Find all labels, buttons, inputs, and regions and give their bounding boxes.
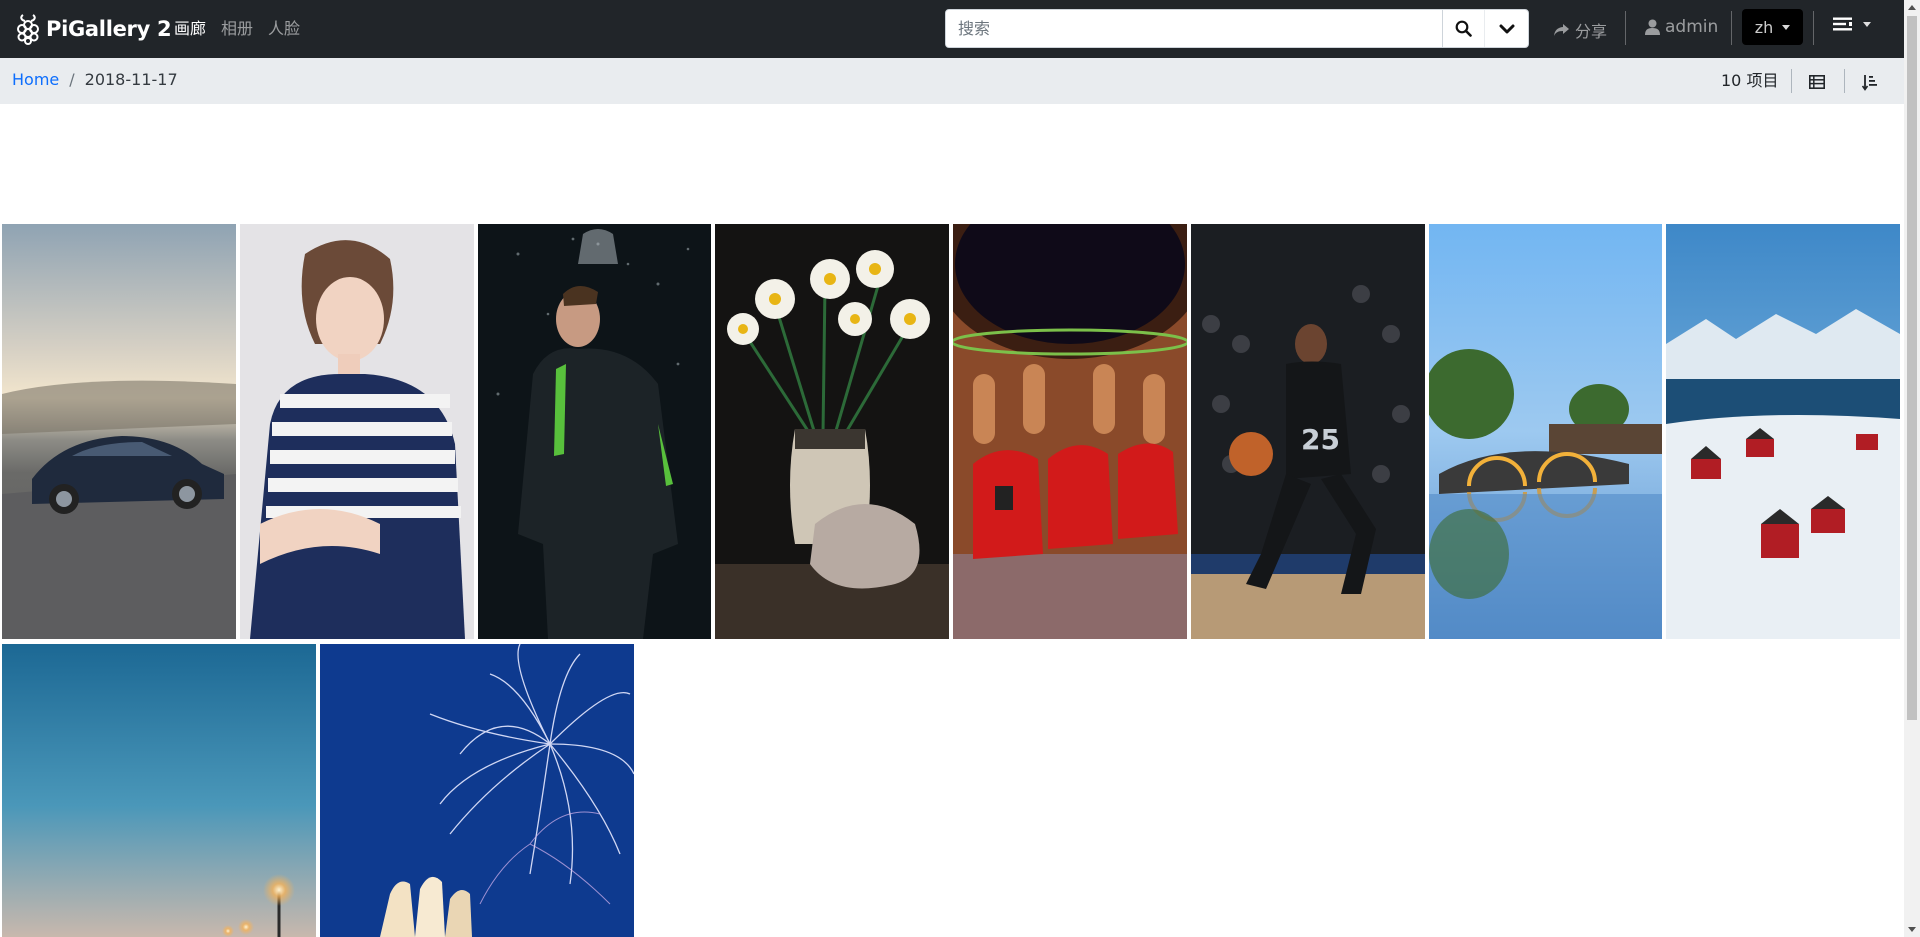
photo-fireworks-over-building	[320, 644, 634, 937]
breadcrumb-separator: /	[69, 70, 75, 89]
caret-down-icon	[1782, 24, 1791, 30]
photo-bridge-reflection	[1429, 224, 1662, 639]
photo-thumbnail[interactable]	[478, 224, 711, 639]
scrollbar-thumb[interactable]	[1907, 16, 1917, 720]
photo-daffodils-in-jug	[715, 224, 949, 639]
user-icon	[1645, 19, 1660, 35]
navbar-divider	[1625, 11, 1626, 45]
main-nav: 画廊 相册 人脸	[174, 18, 315, 40]
photo-harbor-lamps-dusk	[2, 644, 316, 937]
svg-text:25: 25	[1301, 423, 1340, 456]
toolbar-divider	[1844, 69, 1845, 93]
breadcrumb-current: 2018-11-17	[84, 70, 178, 89]
nav-gallery[interactable]: 画廊	[174, 18, 206, 40]
photo-home-theater-red-seats	[953, 224, 1187, 639]
raspberry-icon	[17, 14, 39, 45]
photo-thumbnail[interactable]	[715, 224, 949, 639]
photo-snowy-village-fjord	[1666, 224, 1900, 639]
search-icon	[1455, 20, 1472, 37]
navbar-divider	[1813, 11, 1814, 45]
photo-thumbnail[interactable]: 25	[1191, 224, 1425, 639]
scroll-down-icon[interactable]	[1908, 927, 1916, 932]
sort-button[interactable]	[1858, 70, 1882, 94]
search-button[interactable]	[1443, 10, 1485, 47]
menu-icon	[1833, 17, 1852, 31]
share-icon	[1554, 24, 1569, 36]
search-input[interactable]	[946, 10, 1443, 47]
list-view-icon	[1809, 75, 1825, 89]
photo-thumbnail[interactable]	[953, 224, 1187, 639]
chevron-down-icon	[1499, 24, 1514, 33]
photo-thumbnail[interactable]	[2, 224, 236, 639]
top-navbar: PiGallery 2 画廊 相册 人脸 分享 adm	[0, 0, 1904, 58]
navbar-divider	[1731, 11, 1732, 45]
caret-down-icon	[1863, 21, 1871, 27]
share-label: 分享	[1575, 22, 1608, 41]
brand-logo-link[interactable]: PiGallery 2	[14, 11, 172, 47]
photo-thumbnail[interactable]	[320, 644, 634, 937]
photo-car-on-road	[2, 224, 236, 639]
sort-icon	[1862, 74, 1877, 91]
photo-woman-striped-sweater	[240, 224, 474, 639]
user-menu[interactable]: admin	[1645, 17, 1718, 37]
language-label: zh	[1754, 17, 1774, 37]
toolbar-divider	[1791, 69, 1792, 93]
search-group	[945, 9, 1529, 48]
settings-menu-button[interactable]	[1832, 16, 1871, 32]
breadcrumb-home[interactable]: Home	[12, 69, 59, 91]
photo-man-in-rain-jacket	[478, 224, 711, 639]
brand-name: PiGallery 2	[46, 17, 172, 41]
view-mode-button[interactable]	[1805, 70, 1829, 94]
item-count: 10 项目	[1721, 71, 1779, 90]
search-options-button[interactable]	[1485, 10, 1528, 47]
user-name: admin	[1665, 17, 1719, 37]
share-button[interactable]: 分享	[1553, 18, 1607, 42]
vertical-scrollbar[interactable]	[1904, 0, 1920, 937]
nav-albums[interactable]: 相册	[221, 18, 253, 40]
photo-thumbnail[interactable]	[2, 644, 316, 937]
nav-faces[interactable]: 人脸	[268, 18, 300, 40]
photo-thumbnail[interactable]	[1429, 224, 1662, 639]
photo-basketball-player: 25	[1191, 224, 1425, 639]
photo-thumbnail[interactable]	[240, 224, 474, 639]
scroll-up-icon[interactable]	[1908, 5, 1916, 10]
breadcrumb-bar: Home / 2018-11-17 10 项目	[0, 58, 1904, 104]
photo-thumbnail[interactable]	[1666, 224, 1900, 639]
language-dropdown[interactable]: zh	[1742, 9, 1803, 45]
breadcrumb: Home / 2018-11-17	[12, 69, 178, 91]
